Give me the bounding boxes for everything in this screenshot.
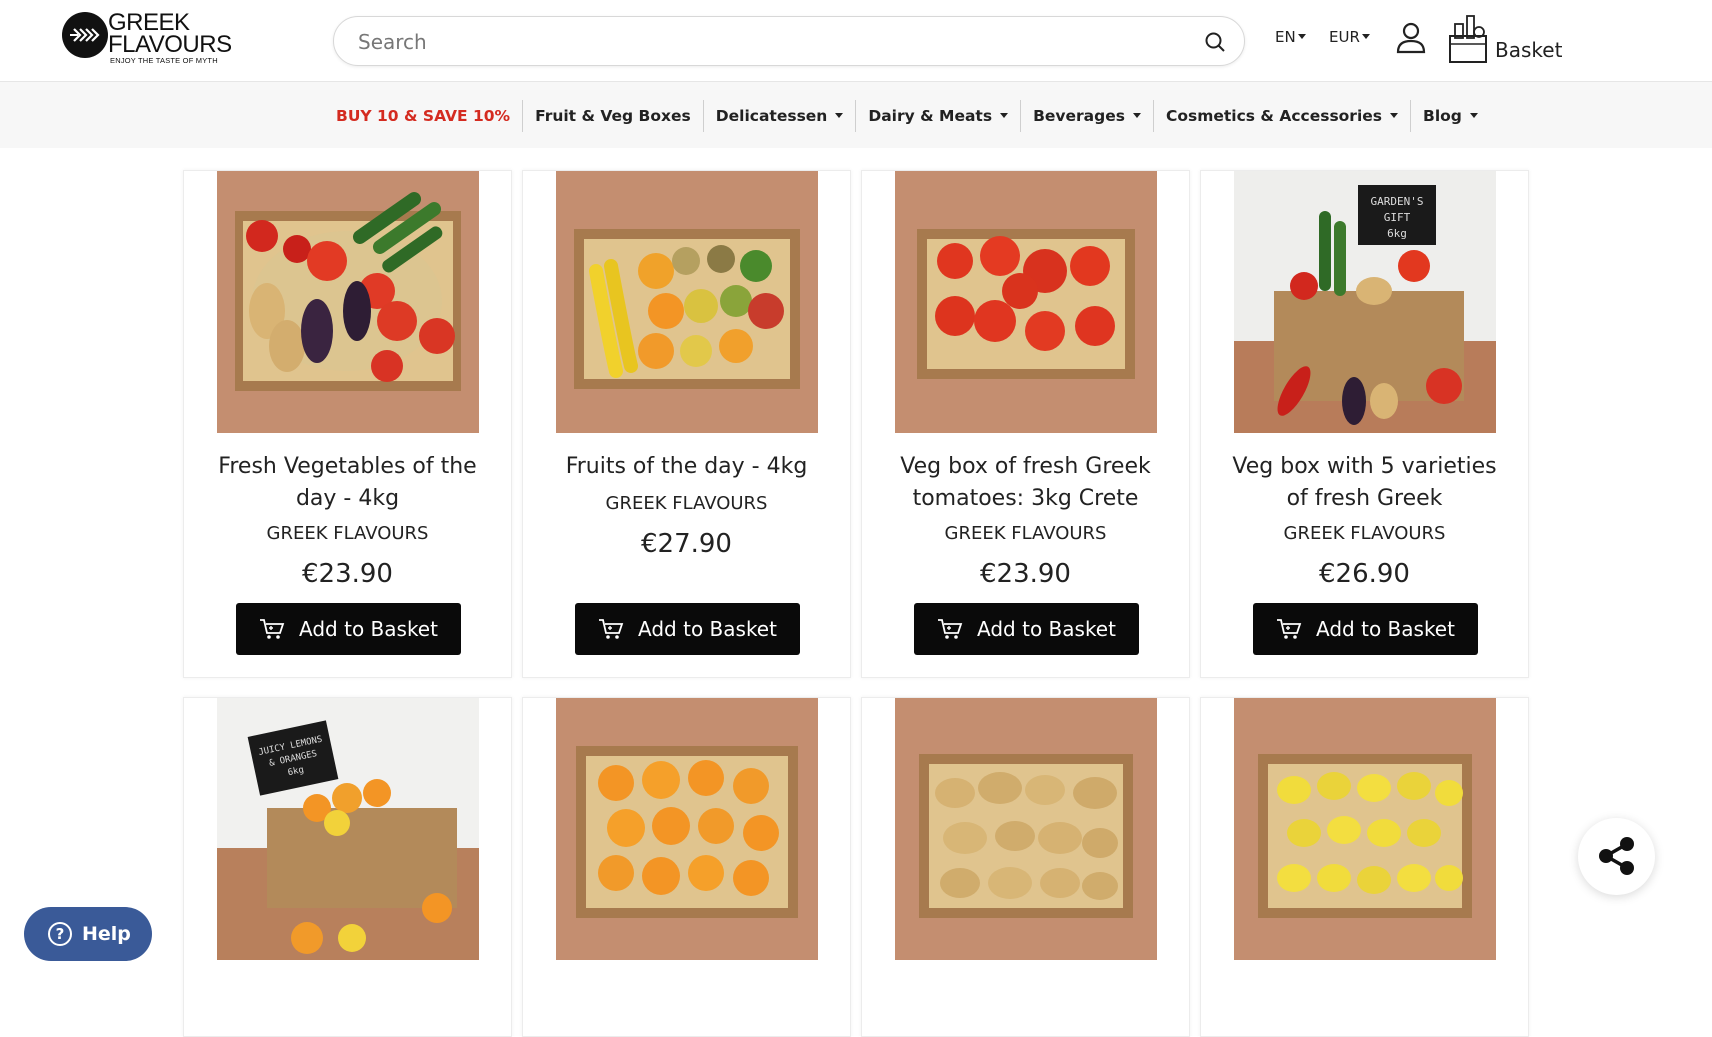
nav-item-blog[interactable]: Blog (1411, 100, 1490, 132)
chevron-down-icon (1390, 113, 1399, 118)
nav-item-delicatessen[interactable]: Delicatessen (704, 100, 857, 132)
chevron-down-icon (1000, 113, 1009, 118)
chevron-down-icon (1469, 113, 1478, 118)
svg-text:GIFT: GIFT (1384, 211, 1411, 224)
basket-icon (1449, 15, 1487, 63)
product-title[interactable]: Fruits of the day - 4kg (543, 451, 830, 483)
product-card (522, 697, 851, 1037)
product-image[interactable]: JUICY LEMONS & ORANGES 6kg (217, 698, 479, 960)
nav-item-dairy-meats[interactable]: Dairy & Meats (856, 100, 1022, 132)
share-icon (1599, 837, 1634, 875)
product-image[interactable] (556, 171, 818, 433)
question-icon: ? (48, 922, 72, 946)
product-price: €26.90 (1319, 559, 1410, 589)
product-title[interactable]: Fresh Vegetables of the day - 4kg (204, 451, 491, 515)
product-image[interactable] (895, 698, 1157, 960)
product-price: €23.90 (302, 559, 393, 589)
language-label: EN (1275, 28, 1296, 46)
cart-icon (938, 619, 963, 639)
product-card: JUICY LEMONS & ORANGES 6kg (183, 697, 512, 1037)
nav-item-beverages[interactable]: Beverages (1021, 100, 1154, 132)
product-brand[interactable]: GREEK FLAVOURS (1201, 523, 1528, 544)
share-button[interactable] (1578, 818, 1655, 895)
svg-text:GARDEN'S: GARDEN'S (1371, 195, 1424, 208)
logo[interactable]: GREEK FLAVOURS ENJOY THE TASTE OF MYTH (62, 11, 232, 66)
product-card: Fruits of the day - 4kg GREEK FLAVOURS €… (522, 170, 851, 678)
chevron-down-icon (835, 113, 844, 118)
basket-button[interactable]: Basket (1448, 12, 1568, 68)
main-nav: BUY 10 & SAVE 10% Fruit & Veg Boxes Deli… (0, 82, 1712, 148)
logo-tagline: ENJOY THE TASTE OF MYTH (110, 56, 218, 65)
basket-label: Basket (1495, 38, 1563, 62)
cart-icon (599, 619, 624, 639)
product-image[interactable]: GARDEN'S GIFT 6kg (1234, 171, 1496, 433)
nav-item-buy-10-save[interactable]: BUY 10 & SAVE 10% (324, 100, 524, 132)
product-image[interactable] (1234, 698, 1496, 960)
product-card (861, 697, 1190, 1037)
cart-icon (1277, 619, 1302, 639)
add-to-basket-button[interactable]: Add to Basket (236, 603, 461, 655)
product-image[interactable] (895, 171, 1157, 433)
product-price: €23.90 (980, 559, 1071, 589)
product-image[interactable] (217, 171, 479, 433)
user-account-icon[interactable] (1396, 22, 1426, 54)
chevron-down-icon (1361, 34, 1370, 39)
search-bar (333, 16, 1245, 66)
product-card: GARDEN'S GIFT 6kg Veg box with 5 varieti… (1200, 170, 1529, 678)
product-brand[interactable]: GREEK FLAVOURS (184, 523, 511, 544)
search-input[interactable] (358, 29, 1178, 55)
product-title[interactable]: Veg box with 5 varieties of fresh Greek … (1221, 451, 1508, 515)
chevron-down-icon (1132, 113, 1141, 118)
logo-line2: FLAVOURS (108, 31, 232, 58)
help-button[interactable]: ? Help (24, 907, 152, 961)
add-to-basket-button[interactable]: Add to Basket (914, 603, 1139, 655)
search-icon[interactable] (1204, 31, 1226, 53)
product-brand[interactable]: GREEK FLAVOURS (523, 493, 850, 514)
product-price: €27.90 (641, 529, 732, 559)
product-title[interactable]: Veg box of fresh Greek tomatoes: 3kg Cre… (882, 451, 1169, 515)
product-card (1200, 697, 1529, 1037)
add-to-basket-button[interactable]: Add to Basket (1253, 603, 1478, 655)
currency-selector[interactable]: EUR (1329, 28, 1370, 46)
svg-text:6kg: 6kg (1387, 227, 1407, 240)
logo-arrows-icon (62, 12, 108, 58)
chevron-down-icon (1297, 34, 1306, 39)
site-header: GREEK FLAVOURS ENJOY THE TASTE OF MYTH E… (0, 0, 1712, 82)
cart-icon (260, 619, 285, 639)
nav-item-cosmetics-accessories[interactable]: Cosmetics & Accessories (1154, 100, 1412, 132)
product-card: Fresh Vegetables of the day - 4kg GREEK … (183, 170, 512, 678)
add-to-basket-button[interactable]: Add to Basket (575, 603, 800, 655)
currency-label: EUR (1329, 28, 1360, 46)
product-image[interactable] (556, 698, 818, 960)
product-brand[interactable]: GREEK FLAVOURS (862, 523, 1189, 544)
language-selector[interactable]: EN (1275, 28, 1306, 46)
nav-item-fruit-veg-boxes[interactable]: Fruit & Veg Boxes (523, 100, 704, 132)
help-label: Help (82, 923, 131, 945)
product-card: Veg box of fresh Greek tomatoes: 3kg Cre… (861, 170, 1190, 678)
